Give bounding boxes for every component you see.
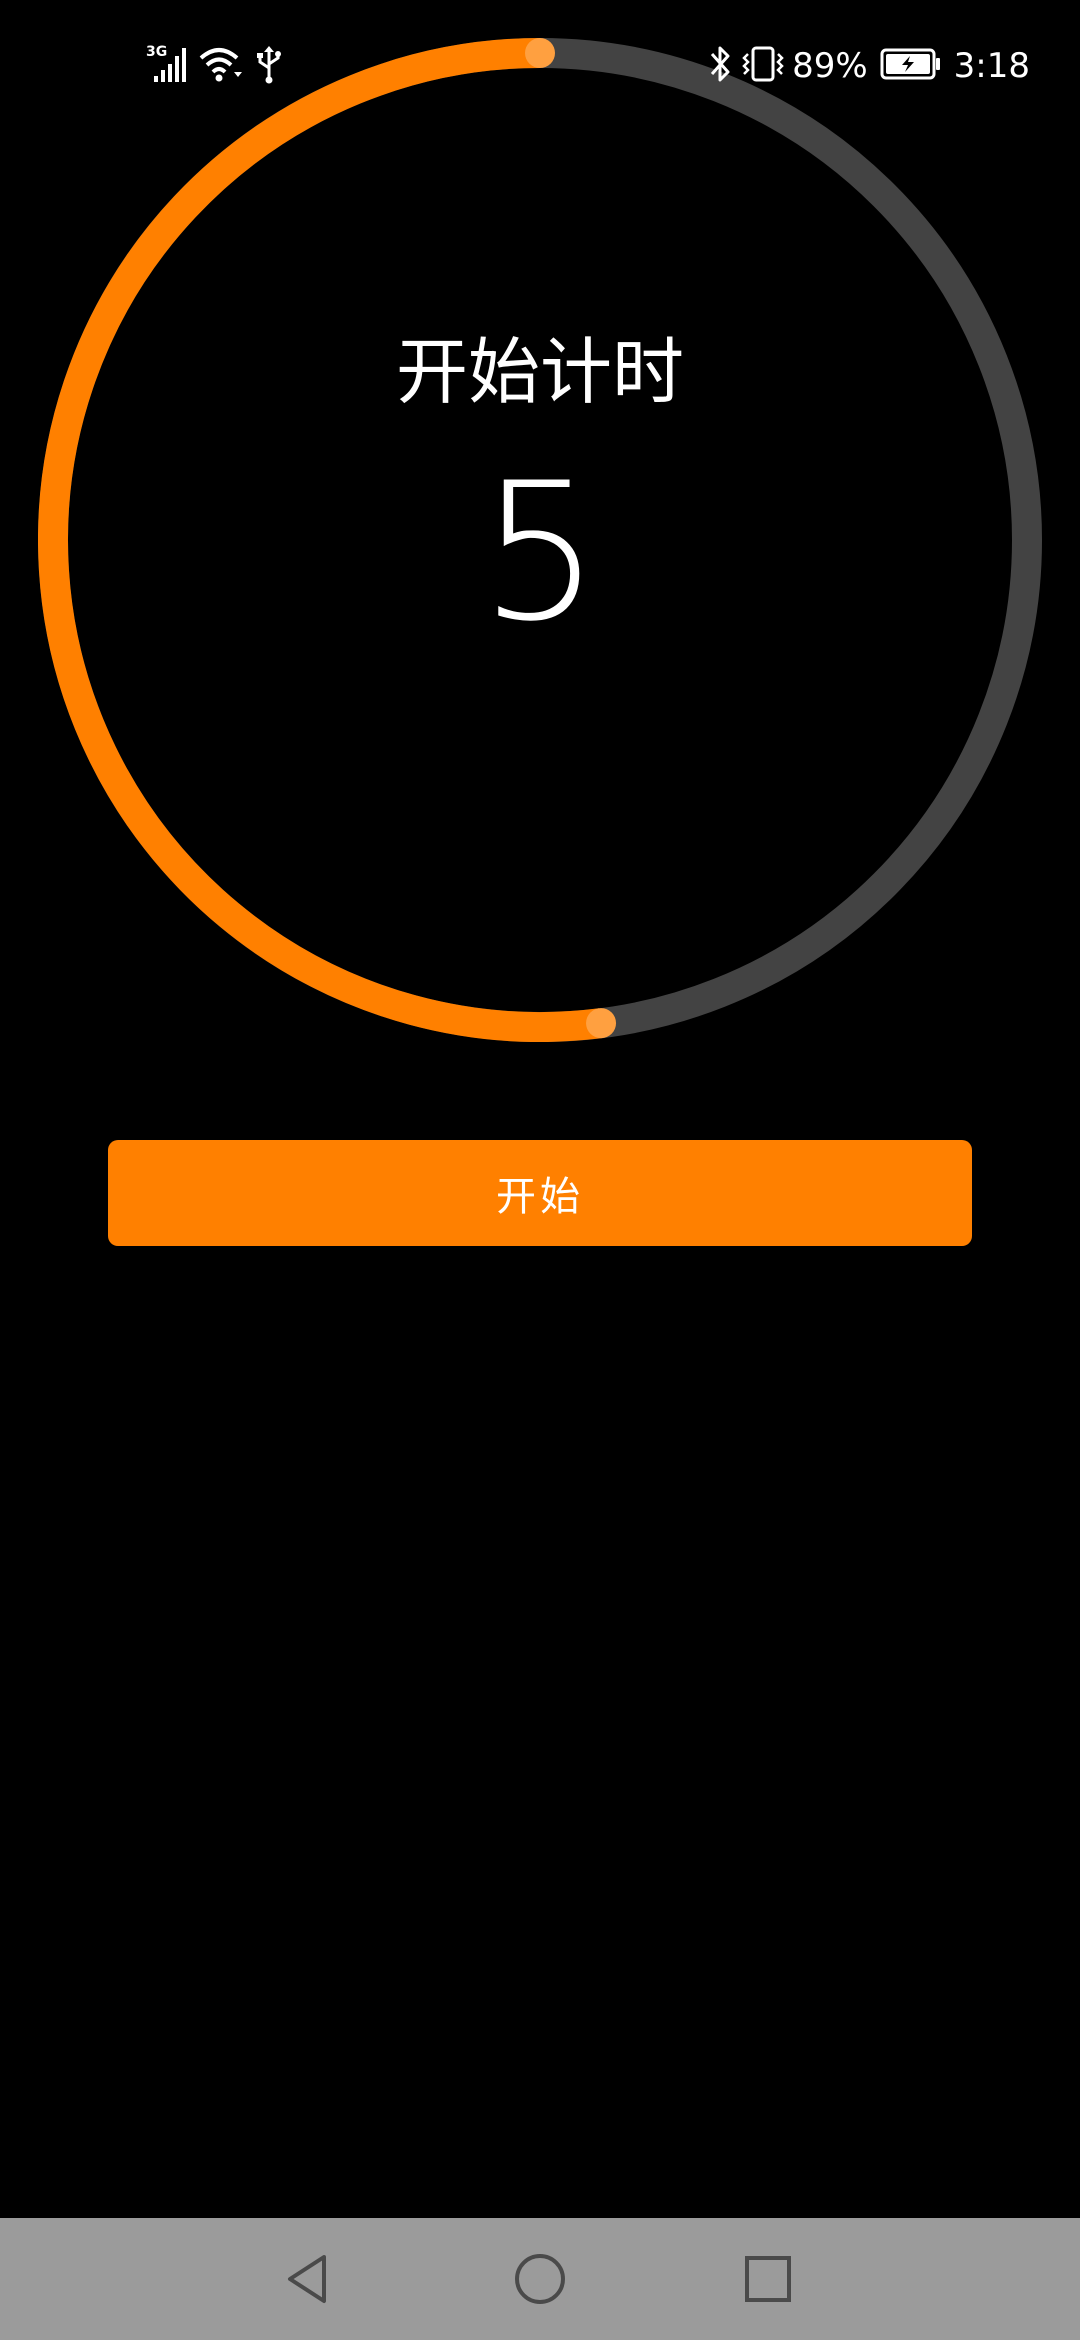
back-icon <box>288 2255 326 2303</box>
bluetooth-icon <box>708 44 734 88</box>
network-type-label: 3G <box>146 44 167 60</box>
progress-ring-end-cap <box>586 1008 617 1039</box>
vibrate-icon <box>740 44 786 88</box>
status-bar-left: 3G <box>146 42 284 90</box>
clock-time: 3:18 <box>953 46 1030 86</box>
status-bar: 3G 89% 3:18 <box>0 0 1080 130</box>
countdown-value: 5 <box>479 442 601 663</box>
start-button[interactable]: 开始 <box>108 1140 972 1246</box>
navigation-bar <box>0 2218 1080 2340</box>
recents-button[interactable] <box>708 2218 828 2340</box>
countdown-dial: 开始计时 5 <box>38 38 1042 1042</box>
back-button[interactable] <box>248 2218 368 2340</box>
status-bar-right: 89% 3:18 <box>708 42 1030 90</box>
home-button[interactable] <box>480 2218 600 2340</box>
battery-charging-icon <box>880 47 942 85</box>
home-icon <box>515 2254 565 2304</box>
timer-title: 开始计时 <box>395 330 684 414</box>
signal-icon: 3G <box>146 42 188 90</box>
wifi-icon <box>198 44 244 88</box>
recents-icon <box>745 2256 791 2302</box>
timer-screen: 3G 89% 3:18 开始计时 5 开始 <box>0 0 1080 2340</box>
usb-icon <box>254 44 284 88</box>
battery-percent: 89% <box>792 46 868 86</box>
